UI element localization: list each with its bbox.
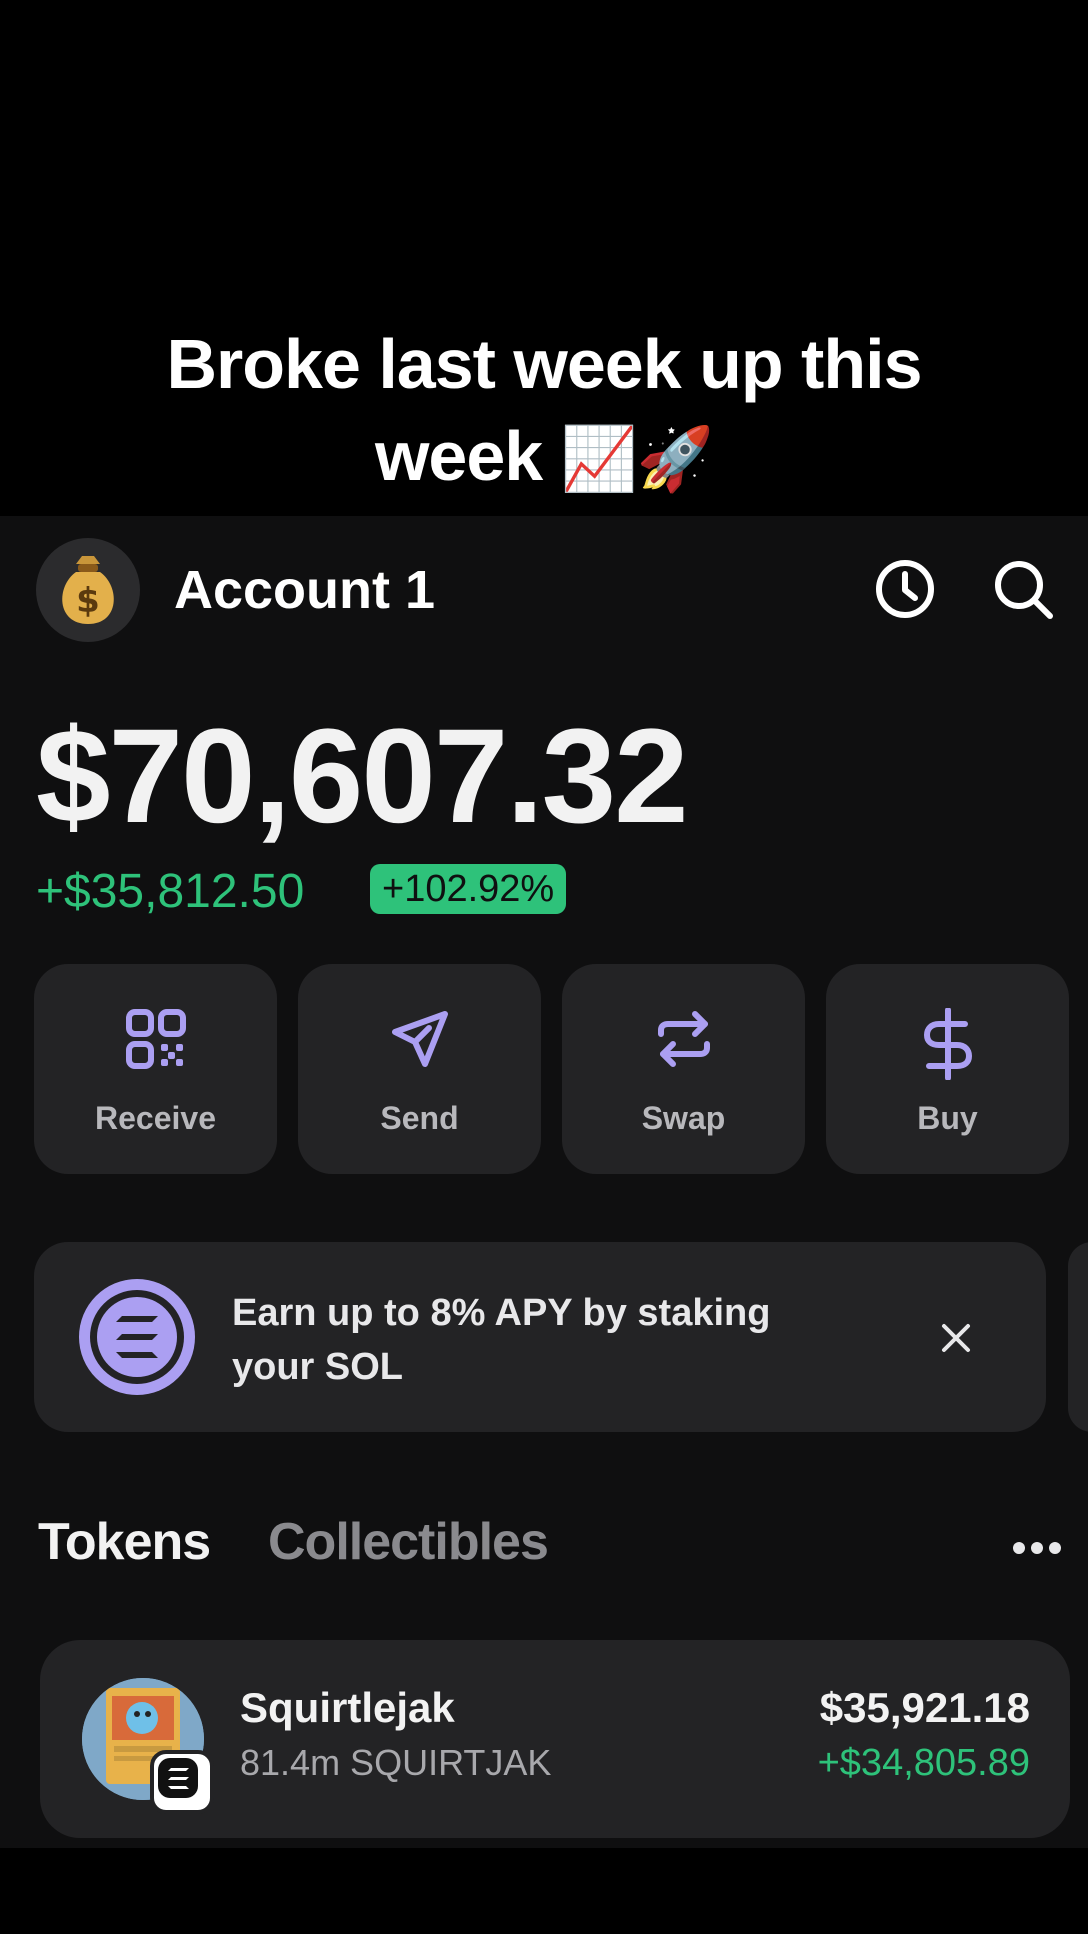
buy-button[interactable]: Buy [826,964,1069,1174]
dollar-icon [924,1008,972,1080]
video-caption: Broke last week up this week 📈🚀 [0,318,1088,505]
total-balance: $70,607.32 [36,702,689,851]
solana-icon [79,1279,195,1395]
tab-tokens[interactable]: Tokens [38,1512,211,1572]
swap-icon [658,1011,710,1067]
wallet-app: $ Account 1 $70,607.32 +$35,812.50 +102.… [0,516,1088,1848]
caption-line-1: Broke last week up this [166,325,922,403]
receive-label: Receive [95,1100,216,1136]
token-row[interactable]: Squirtlejak 81.4m SQUIRTJAK $35,921.18 +… [40,1640,1070,1838]
staking-banner-text: Earn up to 8% APY by staking your SOL [232,1286,812,1394]
send-button[interactable]: Send [298,964,541,1174]
tab-collectibles[interactable]: Collectibles [268,1512,549,1572]
banner-line-2: your SOL [232,1346,404,1388]
qr-code-icon [126,1009,186,1069]
receive-button[interactable]: Receive [34,964,277,1174]
caption-line-2: week [374,417,543,495]
solana-icon [158,1758,198,1798]
solana-chain-badge [150,1750,214,1814]
account-name[interactable]: Account 1 [174,560,435,620]
close-icon[interactable] [932,1314,980,1362]
staking-banner[interactable]: Earn up to 8% APY by staking your SOL [34,1242,1046,1432]
caption-emojis: 📈🚀 [560,422,714,495]
caption-line-2-wrap: week 📈🚀 [0,410,1088,505]
banner-line-1: Earn up to 8% APY by staking [232,1292,771,1334]
token-amount: 81.4m SQUIRTJAK [240,1742,552,1783]
send-label: Send [380,1100,459,1136]
balance-change-percent-badge: +102.92% [370,864,567,914]
send-icon [392,1011,448,1067]
account-avatar[interactable]: $ [36,538,140,642]
buy-label: Buy [917,1100,978,1136]
token-change: +$34,805.89 [817,1742,1030,1784]
action-buttons: Receive Send Swap Buy [34,964,1074,1178]
swap-label: Swap [641,1100,726,1136]
history-clock-icon[interactable] [872,556,938,622]
search-icon[interactable] [990,556,1056,622]
next-banner-edge [1068,1242,1088,1432]
money-bag-icon: $ [62,556,114,624]
balance-change-value: +$35,812.50 [36,865,305,918]
swap-button[interactable]: Swap [562,964,805,1174]
wallet-header: $ Account 1 [0,516,1088,666]
token-value: $35,921.18 [819,1684,1030,1731]
token-name: Squirtlejak [240,1684,455,1731]
svg-text:$: $ [76,581,100,621]
more-options-icon[interactable] [1012,1538,1062,1558]
